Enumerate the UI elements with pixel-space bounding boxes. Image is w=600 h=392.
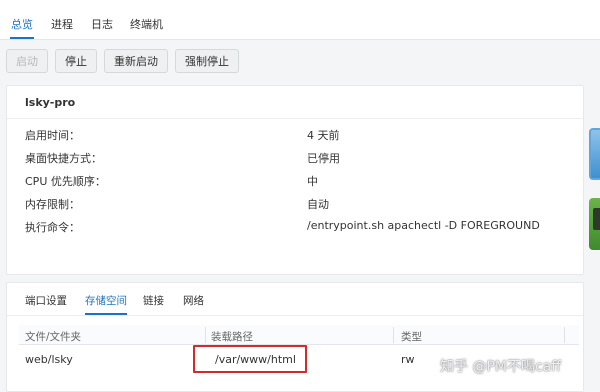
info-value: 自动 — [307, 198, 329, 211]
tab-processes[interactable]: 进程 — [51, 16, 73, 32]
force-stop-button[interactable]: 强制停止 — [175, 49, 239, 73]
info-value: 中 — [307, 175, 318, 188]
active-tab-indicator — [10, 37, 34, 39]
column-header-mount-path[interactable]: 装载路径 — [211, 329, 253, 344]
info-label: 执行命令： — [25, 221, 80, 234]
subtab-network[interactable]: 网络 — [183, 293, 204, 308]
stop-button[interactable]: 停止 — [55, 49, 97, 73]
info-value: /entrypoint.sh apachectl -D FOREGROUND — [307, 219, 540, 232]
cell-folder[interactable]: web/lsky — [25, 353, 73, 366]
divider — [7, 118, 583, 119]
start-button[interactable]: 启动 — [6, 49, 48, 73]
tab-overview[interactable]: 总览 — [11, 16, 33, 32]
info-value: 4 天前 — [307, 129, 340, 142]
container-info-card: lsky-pro 启用时间： 4 天前 桌面快捷方式： 已停用 CPU 优先顺序… — [6, 85, 584, 275]
app-icon — [589, 128, 600, 180]
terminal-app-icon — [589, 198, 600, 250]
watermark: 知乎 @PM不喝caff — [440, 359, 561, 375]
column-header-folder[interactable]: 文件/文件夹 — [25, 329, 81, 344]
info-row-command: 执行命令： /entrypoint.sh apachectl -D FOREGR… — [25, 219, 565, 235]
cell-type[interactable]: rw — [401, 353, 415, 366]
tab-logs[interactable]: 日志 — [91, 16, 113, 32]
info-label: CPU 优先顺序： — [25, 175, 106, 188]
terminal-screen-icon — [593, 208, 600, 230]
info-row-cpu-priority: CPU 优先顺序： 中 — [25, 173, 565, 189]
restart-button[interactable]: 重新启动 — [104, 49, 168, 73]
info-label: 桌面快捷方式： — [25, 152, 102, 165]
divider — [7, 315, 583, 316]
column-resizer[interactable] — [393, 327, 394, 343]
subtab-port-settings[interactable]: 端口设置 — [25, 293, 67, 308]
tab-terminal[interactable]: 终端机 — [130, 16, 163, 32]
highlight-box — [193, 345, 307, 373]
info-value: 已停用 — [307, 152, 340, 165]
column-header-type[interactable]: 类型 — [401, 329, 422, 344]
info-label: 启用时间： — [25, 129, 80, 142]
info-row-memory-limit: 内存限制： 自动 — [25, 196, 565, 212]
subtab-links[interactable]: 链接 — [143, 293, 164, 308]
table-header: 文件/文件夹 装载路径 类型 — [19, 325, 579, 345]
column-resizer[interactable] — [205, 327, 206, 343]
container-name: lsky-pro — [25, 96, 76, 109]
info-label: 内存限制： — [25, 198, 80, 211]
info-row-uptime: 启用时间： 4 天前 — [25, 127, 565, 143]
action-toolbar: 启动 停止 重新启动 强制停止 — [0, 40, 600, 82]
info-row-shortcut: 桌面快捷方式： 已停用 — [25, 150, 565, 166]
top-nav: 总览 进程 日志 终端机 — [0, 0, 600, 40]
subtab-storage[interactable]: 存储空间 — [85, 293, 127, 308]
column-resizer[interactable] — [564, 327, 565, 343]
